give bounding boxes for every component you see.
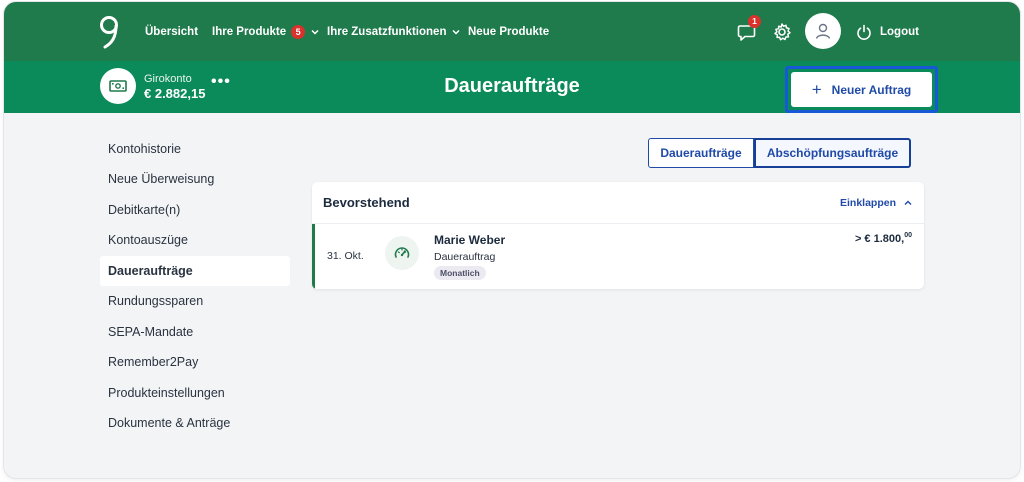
- sidebar-item-remember2pay[interactable]: Remember2Pay: [100, 347, 290, 377]
- new-order-label: Neuer Auftrag: [831, 82, 912, 97]
- gear-icon[interactable]: [771, 21, 793, 43]
- list-item[interactable]: 31. Okt. Marie Weber Dauerauftrag Monatl…: [312, 224, 924, 289]
- upcoming-card: Bevorstehend Einklappen 31. Okt. Marie W…: [312, 182, 924, 289]
- top-navigation: Übersicht Ihre Produkte 5 Ihre Zusatzfun…: [4, 2, 1020, 61]
- brand-logo-icon[interactable]: [98, 15, 122, 49]
- chevron-down-icon: [311, 29, 319, 35]
- sidebar-item-sepa-mandates[interactable]: SEPA-Mandate: [100, 317, 290, 347]
- sidebar-item-account-history[interactable]: Kontohistorie: [100, 134, 290, 164]
- products-count-badge: 5: [291, 24, 306, 39]
- collapse-label: Einklappen: [839, 196, 896, 209]
- app-window: Übersicht Ihre Produkte 5 Ihre Zusatzfun…: [4, 2, 1020, 478]
- collapse-button[interactable]: Einklappen: [840, 197, 912, 209]
- nav-new-products[interactable]: Neue Produkte: [468, 2, 549, 61]
- order-type: Dauerauftrag: [434, 251, 496, 263]
- standing-order-icon: [385, 236, 419, 270]
- nav-overview[interactable]: Übersicht: [145, 2, 198, 61]
- account-sidebar: Kontohistorie Neue Überweisung Debitkart…: [100, 134, 290, 438]
- power-icon: [857, 24, 871, 40]
- user-icon: [815, 23, 831, 39]
- page-header: Girokonto € 2.882,15 ••• Daueraufträge +…: [4, 61, 1020, 113]
- order-type-tabs: Daueraufträge Abschöpfungsaufträge: [648, 138, 911, 168]
- nav-new-products-label: Neue Produkte: [468, 25, 550, 38]
- recipient-name: Marie Weber: [434, 233, 506, 247]
- chevron-up-icon: [904, 200, 912, 205]
- gauge-icon: [394, 247, 410, 258]
- nav-additional-features-label: Ihre Zusatzfunktionen: [327, 25, 447, 38]
- order-amount-cents: 00: [904, 232, 912, 239]
- sidebar-item-product-settings[interactable]: Produkteinstellungen: [100, 378, 290, 408]
- new-order-highlight: + Neuer Auftrag: [785, 66, 938, 113]
- plus-icon: +: [811, 80, 822, 99]
- logout-button[interactable]: Logout: [856, 2, 919, 61]
- nav-additional-features[interactable]: Ihre Zusatzfunktionen: [327, 2, 461, 61]
- chevron-down-icon: [452, 29, 461, 35]
- sidebar-item-debit-cards[interactable]: Debitkarte(n): [100, 195, 290, 225]
- order-date: 31. Okt.: [327, 250, 364, 262]
- tab-standing-orders[interactable]: Daueraufträge: [648, 138, 754, 168]
- nav-products[interactable]: Ihre Produkte 5: [212, 2, 319, 61]
- order-amount: > € 1.800,00: [854, 232, 912, 245]
- new-order-button[interactable]: + Neuer Auftrag: [791, 72, 932, 107]
- sidebar-item-new-transfer[interactable]: Neue Überweisung: [100, 164, 290, 194]
- logout-label: Logout: [880, 25, 919, 38]
- sidebar-item-standing-orders[interactable]: Daueraufträge: [100, 255, 290, 286]
- nav-overview-label: Übersicht: [145, 25, 199, 38]
- order-amount-main: > € 1.800,: [854, 233, 905, 245]
- user-avatar[interactable]: [805, 13, 841, 49]
- sidebar-item-documents[interactable]: Dokumente & Anträge: [100, 408, 290, 438]
- upcoming-card-title: Bevorstehend: [323, 195, 410, 210]
- frequency-badge: Monatlich: [434, 266, 486, 280]
- nav-products-label: Ihre Produkte: [212, 25, 287, 38]
- sidebar-item-round-up-saving[interactable]: Rundungssparen: [100, 286, 290, 316]
- tab-skimming-orders[interactable]: Abschöpfungsaufträge: [754, 138, 911, 168]
- sidebar-item-statements[interactable]: Kontoauszüge: [100, 225, 290, 255]
- messages-count-badge: 1: [748, 15, 761, 28]
- upcoming-card-header: Bevorstehend Einklappen: [312, 182, 924, 224]
